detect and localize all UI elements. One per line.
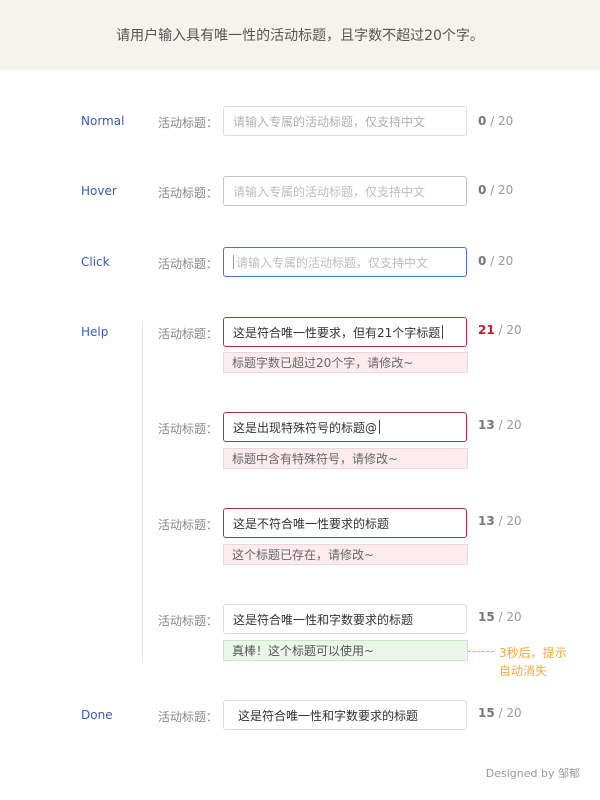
- char-count: 15: [478, 706, 495, 720]
- field-label: 活动标题：: [158, 257, 219, 271]
- state-label-normal: Normal: [81, 114, 125, 128]
- char-max: / 20: [498, 610, 522, 624]
- instruction-text: 请用户输入具有唯一性的活动标题，且字数不超过20个字。: [116, 28, 484, 44]
- note-line: 自动消失: [499, 664, 548, 678]
- char-count: 0: [478, 254, 487, 268]
- text-caret: [442, 325, 444, 339]
- char-counter: 15 / 20: [478, 610, 522, 624]
- field-label: 活动标题：: [158, 518, 219, 532]
- note-line: 3秒后，提示: [499, 646, 567, 660]
- state-label-help: Help: [81, 325, 109, 339]
- char-count: 21: [478, 323, 495, 337]
- char-max: / 20: [498, 706, 522, 720]
- input-value: 这是出现特殊符号的标题@: [233, 420, 378, 435]
- char-counter: 13 / 20: [478, 514, 522, 528]
- title-input-click[interactable]: 请输入专属的活动标题，仅支持中文: [223, 247, 467, 277]
- error-message: 这个标题已存在，请修改~: [223, 544, 468, 565]
- error-message: 标题中含有特殊符号，请修改~: [223, 448, 468, 469]
- state-label-hover: Hover: [81, 184, 117, 198]
- input-value: 这是符合唯一性要求，但有21个字标题: [233, 325, 441, 340]
- char-max: / 20: [498, 418, 522, 432]
- char-max: / 20: [490, 254, 514, 268]
- char-counter: 15 / 20: [478, 706, 522, 720]
- title-input-normal[interactable]: 请输入专属的活动标题，仅支持中文: [223, 106, 467, 136]
- title-input-hover[interactable]: 请输入专属的活动标题，仅支持中文: [223, 176, 467, 206]
- auto-dismiss-note: 3秒后，提示 自动消失: [499, 644, 567, 680]
- input-value: 这是不符合唯一性要求的标题: [233, 516, 390, 531]
- char-counter: 21 / 20: [478, 323, 522, 337]
- text-caret: [379, 420, 381, 434]
- state-label-done: Done: [81, 708, 113, 722]
- field-label: 活动标题：: [158, 422, 219, 436]
- char-max: / 20: [498, 323, 522, 337]
- char-count: 13: [478, 418, 495, 432]
- char-max: / 20: [490, 114, 514, 128]
- char-counter: 0 / 20: [478, 114, 513, 128]
- error-message: 标题字数已超过20个字，请修改~: [223, 352, 468, 373]
- char-counter: 0 / 20: [478, 183, 513, 197]
- title-input-valid[interactable]: 这是符合唯一性和字数要求的标题: [223, 604, 467, 634]
- title-input-duplicate[interactable]: 这是不符合唯一性要求的标题: [223, 508, 467, 538]
- char-max: / 20: [498, 514, 522, 528]
- annotation-connector: [468, 651, 494, 652]
- char-count: 0: [478, 114, 487, 128]
- char-count: 13: [478, 514, 495, 528]
- field-label: 活动标题：: [158, 327, 219, 341]
- instruction-banner: 请用户输入具有唯一性的活动标题，且字数不超过20个字。: [0, 0, 600, 70]
- field-label: 活动标题：: [158, 116, 219, 130]
- char-counter: 13 / 20: [478, 418, 522, 432]
- char-counter: 0 / 20: [478, 254, 513, 268]
- char-count: 15: [478, 610, 495, 624]
- field-label: 活动标题：: [158, 614, 219, 628]
- title-input-special-char[interactable]: 这是出现特殊符号的标题@: [223, 412, 467, 442]
- designer-credit: Designed by 邹郁: [485, 767, 580, 780]
- text-caret: [233, 255, 234, 269]
- input-placeholder: 请输入专属的活动标题，仅支持中文: [236, 255, 429, 270]
- char-max: / 20: [490, 183, 514, 197]
- title-input-done[interactable]: 这是符合唯一性和字数要求的标题: [223, 700, 467, 730]
- title-input-too-long[interactable]: 这是符合唯一性要求，但有21个字标题: [223, 317, 467, 347]
- field-label: 活动标题：: [158, 710, 219, 724]
- success-message: 真棒！这个标题可以使用~: [223, 640, 468, 661]
- field-label: 活动标题：: [158, 186, 219, 200]
- state-label-click: Click: [81, 255, 110, 269]
- help-group-divider: [142, 322, 143, 662]
- char-count: 0: [478, 183, 487, 197]
